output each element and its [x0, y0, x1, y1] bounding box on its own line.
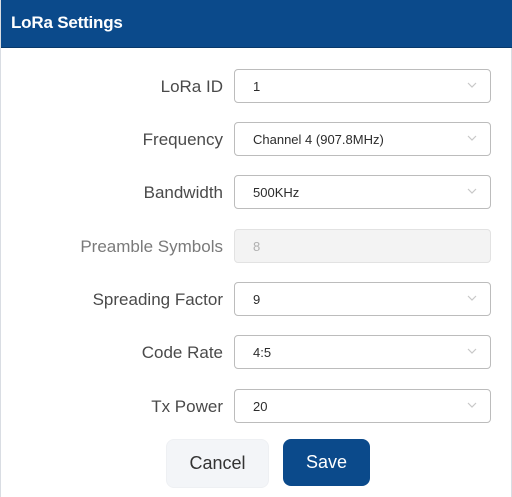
bandwidth-value: 500KHz: [253, 185, 300, 200]
field-row-code-rate: Code Rate 4:5: [1, 335, 512, 371]
field-row-spreading-factor: Spreading Factor 9: [1, 282, 512, 318]
frequency-label: Frequency: [142, 130, 223, 149]
chevron-down-icon: [467, 402, 477, 408]
field-row-tx-power: Tx Power 20: [1, 389, 512, 425]
spreading-factor-select[interactable]: 9: [234, 282, 491, 316]
panel-title: LoRa Settings: [11, 13, 123, 32]
field-row-lora-id: LoRa ID 1: [1, 69, 512, 105]
lora-id-select[interactable]: 1: [234, 69, 491, 103]
tx-power-select[interactable]: 20: [234, 389, 491, 423]
bandwidth-label: Bandwidth: [143, 183, 223, 202]
cancel-button[interactable]: Cancel: [166, 439, 269, 488]
code-rate-select[interactable]: 4:5: [234, 335, 491, 369]
spreading-factor-label: Spreading Factor: [92, 290, 223, 309]
tx-power-value: 20: [253, 399, 268, 414]
chevron-down-icon: [467, 188, 477, 194]
bandwidth-select[interactable]: 500KHz: [234, 175, 491, 209]
preamble-symbols-value: 8: [253, 239, 261, 254]
panel-header: LoRa Settings: [1, 0, 512, 48]
chevron-down-icon: [467, 295, 477, 301]
spreading-factor-value: 9: [253, 292, 261, 307]
lora-settings-panel: LoRa Settings LoRa ID 1 Frequency Channe…: [0, 0, 512, 497]
tx-power-label: Tx Power: [151, 397, 223, 416]
chevron-down-icon: [467, 82, 477, 88]
lora-id-label: LoRa ID: [160, 77, 223, 96]
field-row-frequency: Frequency Channel 4 (907.8MHz): [1, 122, 512, 158]
field-row-preamble-symbols: Preamble Symbols 8: [1, 229, 512, 265]
preamble-symbols-label: Preamble Symbols: [80, 237, 223, 256]
frequency-select[interactable]: Channel 4 (907.8MHz): [234, 122, 491, 156]
frequency-value: Channel 4 (907.8MHz): [253, 132, 384, 147]
code-rate-value: 4:5: [253, 345, 272, 360]
code-rate-label: Code Rate: [141, 343, 223, 362]
chevron-down-icon: [467, 135, 477, 141]
lora-id-value: 1: [253, 79, 261, 94]
save-button[interactable]: Save: [283, 439, 370, 486]
field-row-bandwidth: Bandwidth 500KHz: [1, 175, 512, 211]
preamble-symbols-input: 8: [234, 229, 491, 263]
chevron-down-icon: [467, 348, 477, 354]
